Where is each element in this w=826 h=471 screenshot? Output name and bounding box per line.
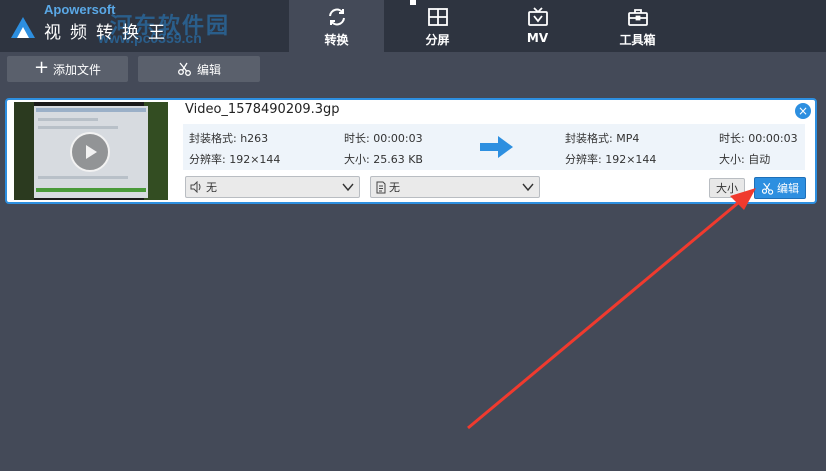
split-screen-icon [427, 8, 448, 26]
app-header: 河东软件园 www.pc0359.cn Apowersoft 视频转换王 转换 … [0, 0, 826, 52]
file-card[interactable]: Video_1578490209.3gp × 封装格式: h263 分辨率: 1… [5, 98, 817, 204]
file-name: Video_1578490209.3gp [185, 102, 340, 117]
tab-toolbox-label: 工具箱 [619, 33, 656, 47]
size-button[interactable]: 大小 [709, 178, 745, 198]
file-info-panel: 封装格式: h263 分辨率: 192×144 时长: 00:00:03 大小:… [183, 124, 805, 170]
output-format: 封装格式: MP4 [565, 132, 640, 145]
plus-icon: + [33, 57, 50, 78]
audio-track-select[interactable]: 无 [185, 176, 360, 198]
tab-mv-label: MV [526, 31, 549, 45]
thumbnail-line [38, 118, 98, 121]
add-file-button[interactable]: + 添加文件 [7, 56, 128, 82]
brand-area: 河东软件园 www.pc0359.cn Apowersoft 视频转换王 [0, 0, 288, 52]
thumbnail-line [38, 126, 118, 129]
chevron-down-icon [522, 183, 534, 192]
tab-convert[interactable]: 转换 [289, 0, 384, 52]
play-icon[interactable] [70, 132, 110, 172]
scissors-icon [178, 62, 191, 76]
source-resolution: 分辨率: 192×144 [189, 153, 281, 166]
edit-button[interactable]: 编辑 [138, 56, 260, 82]
close-icon[interactable]: × [795, 103, 811, 119]
source-duration: 时长: 00:00:03 [344, 132, 423, 145]
toolbox-icon [627, 9, 648, 26]
tab-mv[interactable]: MV [490, 0, 585, 52]
edit-label: 编辑 [196, 62, 221, 77]
thumbnail-titlebar [36, 108, 146, 112]
refresh-icon [328, 8, 345, 26]
add-file-label: 添加文件 [53, 62, 102, 77]
thumbnail-line [38, 176, 128, 179]
source-format: 封装格式: h263 [189, 132, 269, 145]
file-edit-label: 编辑 [777, 182, 799, 195]
app-title: 视频转换王 [44, 23, 174, 43]
brand-subtitle: Apowersoft [44, 2, 116, 17]
output-resolution: 分辨率: 192×144 [565, 153, 657, 166]
tv-icon [527, 7, 548, 26]
tab-split-screen[interactable]: 分屏 [390, 0, 485, 52]
audio-track-value: 无 [206, 181, 217, 194]
output-duration: 时长: 00:00:03 [719, 132, 798, 145]
subtitle-value: 无 [389, 181, 400, 194]
subtitle-select[interactable]: 无 [370, 176, 540, 198]
chevron-down-icon [342, 183, 354, 192]
speaker-icon [190, 181, 201, 193]
scissors-icon [761, 182, 774, 195]
source-size: 大小: 25.63 KB [344, 153, 423, 166]
output-size: 大小: 自动 [719, 153, 771, 166]
tab-split-label: 分屏 [425, 33, 450, 47]
convert-arrow-icon [480, 136, 513, 158]
file-edit-button[interactable]: 编辑 [754, 177, 806, 199]
tab-convert-label: 转换 [324, 33, 349, 47]
app-logo-icon [11, 17, 35, 38]
thumbnail-bottom-bar [36, 188, 146, 192]
tab-toolbox[interactable]: 工具箱 [590, 0, 685, 52]
video-thumbnail[interactable] [14, 102, 168, 200]
document-icon [376, 181, 386, 193]
thumbnail-left-strip [14, 102, 34, 200]
